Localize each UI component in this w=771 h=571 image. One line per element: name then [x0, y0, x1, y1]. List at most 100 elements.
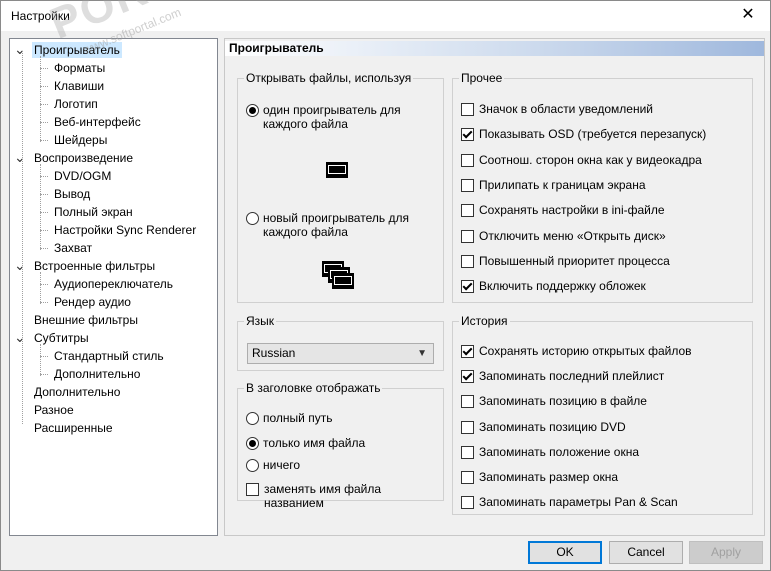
tree-connector — [40, 176, 48, 177]
checkbox-label: Запоминать позицию в файле — [479, 394, 647, 409]
checkbox-label: Повышенный приоритет процесса — [479, 253, 670, 268]
language-select[interactable]: Russian ▼ — [247, 343, 434, 364]
settings-window: Настройки ✕ Проигрыватель ⌄ Форматы Клавиши… — [0, 0, 771, 571]
checkbox-box[interactable] — [461, 471, 474, 484]
checkbox-label: Сохранять историю открытых файлов — [479, 344, 692, 358]
checkbox-label: Запоминать положение окна — [479, 444, 640, 459]
settings-tree[interactable]: Проигрыватель ⌄ Форматы Клавиши Логотип Веб-и… — [9, 38, 218, 536]
checkbox-label: Запоминать размер окна — [479, 470, 619, 484]
tree-connector — [40, 164, 41, 250]
checkbox-box[interactable] — [461, 280, 474, 294]
checkbox-box[interactable] — [461, 370, 474, 384]
tree-item[interactable]: Захват — [52, 240, 94, 256]
open-files-legend: Открывать файлы, используя — [246, 71, 412, 85]
history-checkbox[interactable]: Запоминать положение окна — [461, 445, 639, 459]
tree-item[interactable]: Стандартный стиль — [52, 348, 166, 364]
other-checkbox[interactable]: Сохранять настройки в ini-файле — [461, 203, 665, 218]
tree-item[interactable]: Воспроизведение — [32, 150, 135, 166]
radio-new-player-label: новый проигрыватель для каждого файла — [263, 211, 409, 239]
cancel-button[interactable]: Cancel — [609, 541, 683, 564]
tree-item[interactable]: Рендер аудио — [52, 294, 133, 310]
radio-single-player[interactable]: один проигрыватель для каждого файла — [246, 103, 438, 131]
checkbox-box[interactable] — [461, 420, 474, 434]
radio-filename-only-dot[interactable] — [246, 437, 259, 450]
checkbox-box[interactable] — [461, 204, 474, 218]
ok-button[interactable]: OK — [528, 541, 602, 564]
radio-filename-only[interactable]: только имя файла — [246, 436, 365, 450]
checkbox-box[interactable] — [461, 178, 474, 192]
tree-connector — [40, 56, 41, 142]
tree-item[interactable]: Полный экран — [52, 204, 135, 220]
other-legend: Прочее — [461, 71, 503, 85]
radio-new-player-dot[interactable] — [246, 212, 259, 225]
tree-connector — [40, 194, 48, 195]
radio-single-player-dot[interactable] — [246, 104, 259, 117]
tree-item[interactable]: Встроенные фильтры — [32, 258, 157, 274]
tree-item[interactable]: Дополнительно — [52, 366, 142, 382]
tree-item[interactable]: Вывод — [52, 186, 92, 202]
tree-item[interactable]: Форматы — [52, 60, 107, 76]
radio-nothing-dot[interactable] — [246, 459, 259, 472]
checkbox-box[interactable] — [461, 445, 474, 459]
history-checkbox[interactable]: Запоминать размер окна — [461, 470, 618, 484]
tree-item[interactable]: Внешние фильтры — [32, 312, 140, 328]
tree-connector — [40, 122, 48, 123]
page-panel: Проигрыватель Открывать файлы, используя… — [224, 38, 765, 536]
other-checkbox[interactable]: Повышенный приоритет процесса — [461, 254, 670, 268]
tree-item[interactable]: Настройки Sync Renderer — [52, 222, 198, 238]
radio-new-player[interactable]: новый проигрыватель для каждого файла — [246, 211, 426, 239]
tree-item[interactable]: Дополнительно — [32, 384, 122, 400]
checkbox-box[interactable] — [461, 103, 474, 116]
tree-connector — [40, 284, 48, 285]
radio-full-path-label: полный путь — [263, 411, 333, 425]
tree-item[interactable]: Разное — [32, 402, 76, 418]
tree-item[interactable]: DVD/OGM — [52, 168, 113, 184]
radio-single-player-label: один проигрыватель для каждого файла — [263, 103, 401, 131]
checkbox-box[interactable] — [461, 496, 474, 510]
checkbox-box[interactable] — [461, 254, 474, 268]
other-checkbox[interactable]: Значок в области уведомлений — [461, 102, 653, 116]
other-checkbox[interactable]: Прилипать к границам экрана — [461, 178, 646, 192]
replace-filename-box[interactable] — [246, 483, 259, 496]
radio-full-path-dot[interactable] — [246, 412, 259, 425]
language-group: Язык Russian ▼ — [237, 314, 444, 371]
checkbox-label: Запоминать параметры Pan & Scan — [479, 495, 678, 510]
replace-filename-checkbox[interactable]: заменять имя файла названием — [246, 482, 443, 510]
tree-item[interactable]: Веб-интерфейс — [52, 114, 143, 130]
history-legend: История — [461, 314, 508, 328]
checkbox-box[interactable] — [461, 345, 474, 358]
other-checkbox[interactable]: Показывать OSD (требуется перезапуск) — [461, 127, 706, 142]
history-checkbox[interactable]: Запоминать последний плейлист — [461, 369, 664, 384]
checkbox-box[interactable] — [461, 128, 474, 142]
other-checkbox[interactable]: Отключить меню «Открыть диск» — [461, 229, 666, 243]
checkbox-box[interactable] — [461, 395, 474, 409]
other-checkbox[interactable]: Включить поддержку обложек — [461, 279, 646, 294]
history-checkbox[interactable]: Сохранять историю открытых файлов — [461, 344, 692, 358]
history-checkbox[interactable]: Запоминать параметры Pan & Scan — [461, 495, 678, 510]
checkbox-label: Запоминать позицию DVD — [479, 419, 626, 434]
close-icon[interactable]: ✕ — [726, 1, 770, 31]
other-group: Прочее Значок в области уведомлений Показ… — [452, 71, 753, 303]
tree-connector — [40, 272, 41, 304]
tree-connector — [40, 302, 48, 303]
chevron-down-icon[interactable]: ▼ — [417, 344, 427, 363]
tree-item[interactable]: Логотип — [52, 96, 100, 112]
tree-item[interactable]: Расширенные — [32, 420, 115, 436]
radio-full-path[interactable]: полный путь — [246, 411, 332, 425]
history-checkbox[interactable]: Запоминать позицию DVD — [461, 420, 626, 434]
title-bar: Настройки ✕ — [1, 1, 770, 31]
tree-item[interactable]: Шейдеры — [52, 132, 109, 148]
tree-connector — [40, 374, 48, 375]
checkbox-box[interactable] — [461, 229, 474, 243]
tree-item[interactable]: Клавиши — [52, 78, 106, 94]
radio-nothing[interactable]: ничего — [246, 458, 300, 472]
tree-item[interactable]: Проигрыватель — [32, 42, 122, 58]
history-checkbox[interactable]: Запоминать позицию в файле — [461, 394, 647, 409]
tree-item[interactable]: Аудиопереключатель — [52, 276, 175, 292]
checkbox-label: Соотнош. сторон окна как у видеокадра — [479, 152, 702, 167]
other-checkbox[interactable]: Соотнош. сторон окна как у видеокадра — [461, 153, 702, 167]
single-player-icon — [326, 162, 348, 178]
tree-connector — [40, 356, 48, 357]
apply-button[interactable]: Apply — [689, 541, 763, 564]
checkbox-box[interactable] — [461, 153, 474, 167]
